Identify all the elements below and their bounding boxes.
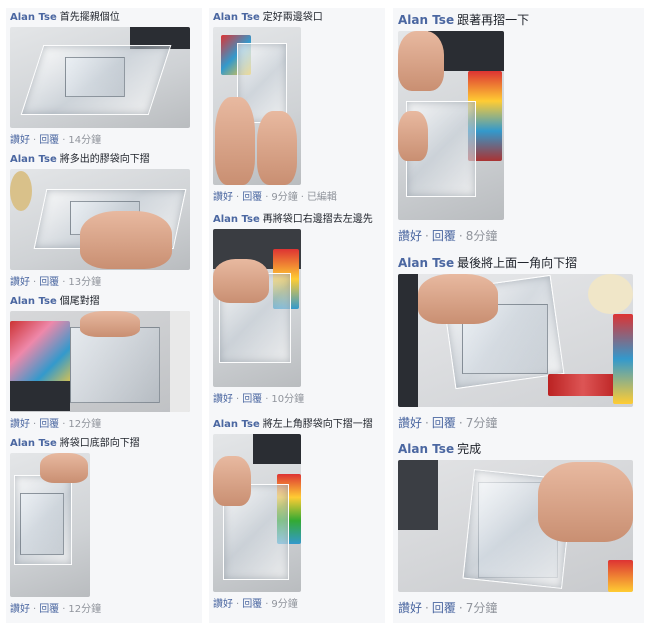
comment-1-2: Alan Tse 將多出的膠袋向下摺 讚好 · 回覆 · 13分鐘 — [10, 153, 190, 289]
comment-1-4: Alan Tse 將袋口底部向下摺 讚好 · 回覆 · 12分鐘 — [10, 438, 140, 615]
edited-label: 已編輯 — [306, 192, 337, 203]
timestamp[interactable]: 9分鐘 — [271, 599, 297, 610]
author-name[interactable]: Alan Tse — [398, 256, 454, 270]
comment-photo[interactable] — [213, 434, 301, 592]
comment-column-3: Alan Tse 跟著再摺一下 讚好 · 回覆 · 8分鐘 Alan Tse 最後將上面一角… — [393, 8, 644, 623]
reply-link[interactable]: 回覆 — [242, 394, 262, 405]
author-name[interactable]: Alan Tse — [10, 296, 57, 307]
comment-column-2: Alan Tse 定好兩邊袋口 讚好 · 回覆 · 9分鐘 · 已編輯 Alan Tse 再將袋… — [209, 8, 385, 623]
timestamp[interactable]: 12分鐘 — [68, 604, 101, 615]
author-name[interactable]: Alan Tse — [213, 12, 260, 23]
author-name[interactable]: Alan Tse — [213, 419, 260, 430]
author-name[interactable]: Alan Tse — [10, 154, 57, 165]
like-link[interactable]: 讚好 — [10, 277, 30, 288]
like-link[interactable]: 讚好 — [10, 135, 30, 146]
comment-1-3: Alan Tse 個尾對摺 讚好 · 回覆 · 12分鐘 — [10, 295, 190, 431]
timestamp[interactable]: 10分鐘 — [271, 394, 304, 405]
like-link[interactable]: 讚好 — [213, 394, 233, 405]
timestamp[interactable]: 7分鐘 — [466, 416, 498, 430]
reply-link[interactable]: 回覆 — [39, 277, 59, 288]
timestamp[interactable]: 12分鐘 — [68, 419, 101, 430]
comment-text: 定好兩邊袋口 — [262, 12, 323, 23]
comment-text: 首先擺親個位 — [59, 12, 120, 23]
comment-text: 再將袋口右邊摺去左邊先 — [262, 214, 373, 225]
reply-link[interactable]: 回覆 — [39, 604, 59, 615]
comment-photo[interactable] — [398, 31, 504, 220]
comment-photo[interactable] — [10, 169, 190, 270]
like-link[interactable]: 讚好 — [213, 192, 233, 203]
timestamp[interactable]: 7分鐘 — [466, 601, 498, 615]
timestamp[interactable]: 9分鐘 — [271, 192, 297, 203]
reply-link[interactable]: 回覆 — [432, 229, 456, 243]
comment-text: 完成 — [457, 442, 482, 456]
comment-photo[interactable] — [10, 453, 90, 597]
comment-photo[interactable] — [10, 311, 190, 412]
reply-link[interactable]: 回覆 — [39, 419, 59, 430]
author-name[interactable]: Alan Tse — [213, 214, 260, 225]
comment-text: 將袋口底部向下摺 — [59, 438, 140, 449]
like-link[interactable]: 讚好 — [398, 601, 422, 615]
comment-photo[interactable] — [213, 27, 301, 185]
comment-3-1: Alan Tse 跟著再摺一下 讚好 · 回覆 · 8分鐘 — [398, 13, 530, 243]
comment-photo[interactable] — [213, 229, 301, 387]
comment-3-3: Alan Tse 完成 讚好 · 回覆 · 7分鐘 — [398, 441, 633, 616]
comment-text: 最後將上面一角向下摺 — [457, 256, 578, 270]
comment-text: 將左上角膠袋向下摺一摺 — [262, 419, 373, 430]
comment-photo[interactable] — [398, 460, 633, 592]
comment-2-1: Alan Tse 定好兩邊袋口 讚好 · 回覆 · 9分鐘 · 已編輯 — [213, 12, 337, 203]
comment-text: 將多出的膠袋向下摺 — [59, 154, 150, 165]
like-link[interactable]: 讚好 — [10, 419, 30, 430]
comment-photo[interactable] — [10, 27, 190, 128]
author-name[interactable]: Alan Tse — [398, 13, 454, 27]
comment-3-2: Alan Tse 最後將上面一角向下摺 讚好 · 回覆 · 7分鐘 — [398, 255, 633, 431]
comment-text: 跟著再摺一下 — [457, 13, 530, 27]
comment-2-3: Alan Tse 將左上角膠袋向下摺一摺 讚好 · 回覆 · 9分鐘 — [213, 419, 373, 610]
like-link[interactable]: 讚好 — [213, 599, 233, 610]
like-link[interactable]: 讚好 — [398, 416, 422, 430]
reply-link[interactable]: 回覆 — [242, 192, 262, 203]
timestamp[interactable]: 8分鐘 — [466, 229, 498, 243]
timestamp[interactable]: 14分鐘 — [68, 135, 101, 146]
author-name[interactable]: Alan Tse — [10, 438, 57, 449]
like-link[interactable]: 讚好 — [398, 229, 422, 243]
reply-link[interactable]: 回覆 — [242, 599, 262, 610]
comment-2-2: Alan Tse 再將袋口右邊摺去左邊先 讚好 · 回覆 · 10分鐘 — [213, 214, 373, 405]
reply-link[interactable]: 回覆 — [432, 416, 456, 430]
comment-text: 個尾對摺 — [59, 296, 100, 307]
reply-link[interactable]: 回覆 — [432, 601, 456, 615]
author-name[interactable]: Alan Tse — [10, 12, 57, 23]
author-name[interactable]: Alan Tse — [398, 442, 454, 456]
timestamp[interactable]: 13分鐘 — [68, 277, 101, 288]
comment-1-1: Alan Tse 首先擺親個位 讚好 · 回覆 · 14分鐘 — [10, 11, 190, 147]
comment-photo[interactable] — [398, 274, 633, 407]
like-link[interactable]: 讚好 — [10, 604, 30, 615]
reply-link[interactable]: 回覆 — [39, 135, 59, 146]
comment-column-1: Alan Tse 首先擺親個位 讚好 · 回覆 · 14分鐘 Alan Tse 將多出的膠袋… — [6, 8, 202, 623]
